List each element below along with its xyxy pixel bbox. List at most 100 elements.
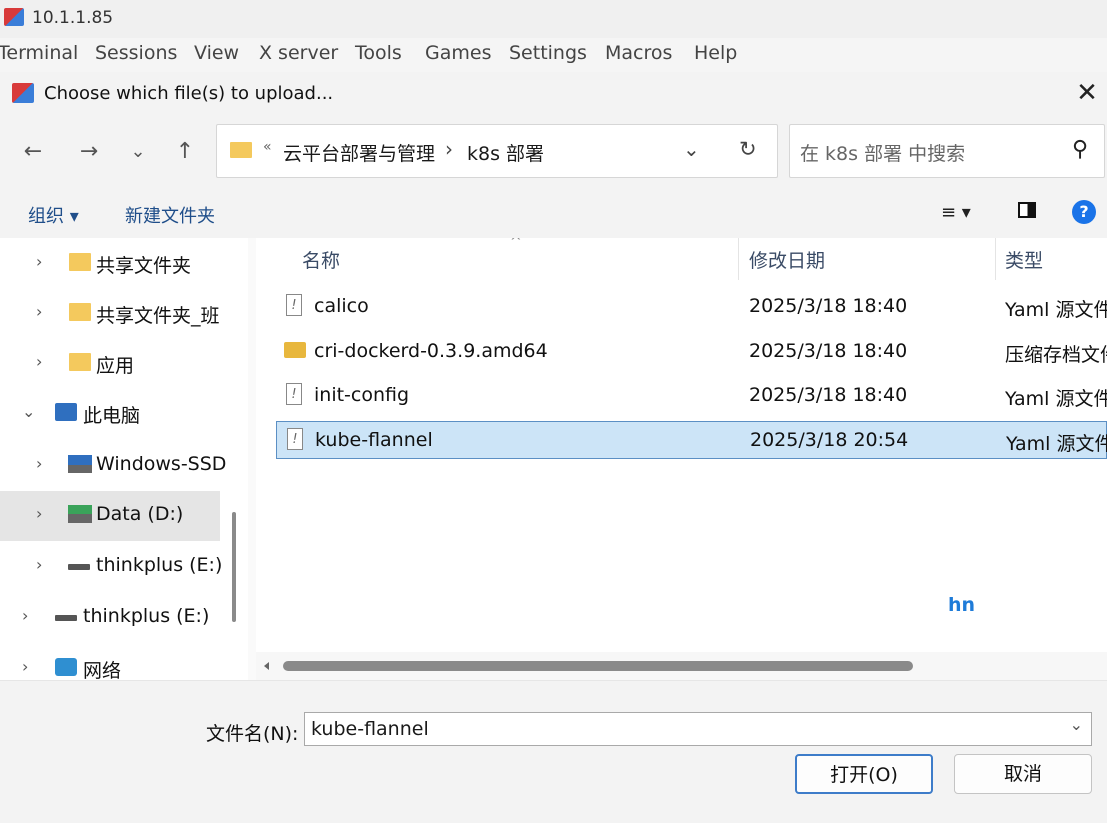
cancel-button[interactable]: 取消 xyxy=(954,754,1092,794)
recent-locations-chevron-icon[interactable]: ⌄ xyxy=(121,134,155,170)
column-divider[interactable] xyxy=(995,238,996,280)
menu-x-server[interactable]: X server xyxy=(259,42,338,64)
breadcrumb-part-1[interactable]: 云平台部署与管理 xyxy=(283,139,435,166)
sort-indicator-icon: ^ xyxy=(510,238,522,250)
expand-chevron-icon[interactable]: › xyxy=(22,657,28,676)
folder-icon xyxy=(230,142,252,158)
file-type: Yaml 源文件 xyxy=(1005,299,1107,321)
expand-chevron-icon[interactable]: › xyxy=(36,252,42,271)
refresh-icon[interactable]: ↻ xyxy=(739,137,757,161)
command-bar: 组织 ▾ 新建文件夹 ≡ ▾ ? xyxy=(0,188,1107,238)
menu-games[interactable]: Games xyxy=(425,42,491,64)
usb-drive-icon xyxy=(68,564,90,570)
sidebar-item-label: Data (D:) xyxy=(96,503,184,525)
breadcrumb-part-2[interactable]: k8s 部署 xyxy=(467,139,544,166)
close-icon[interactable]: ✕ xyxy=(1067,78,1107,110)
sidebar-item-label: 网络 xyxy=(83,660,122,680)
file-date: 2025/3/18 18:40 xyxy=(749,340,908,362)
sidebar-item-thinkplus-e[interactable]: › thinkplus (E:) xyxy=(0,542,222,592)
search-icon[interactable]: ⚲ xyxy=(1072,137,1088,162)
dialog-footer xyxy=(0,680,1107,823)
search-box[interactable]: 在 k8s 部署 中搜索 ⚲ xyxy=(789,124,1105,178)
file-row-init-config[interactable]: ! init-config 2025/3/18 18:40 Yaml 源文件 xyxy=(276,377,1107,415)
window-title: 10.1.1.85 xyxy=(32,8,114,28)
filename-dropdown-icon[interactable]: ⌄ xyxy=(1070,715,1083,734)
filename-value: kube-flannel xyxy=(311,718,429,740)
sidebar-item-label: 共享文件夹 xyxy=(96,255,192,277)
expand-chevron-icon[interactable]: › xyxy=(36,504,42,523)
pane-divider[interactable] xyxy=(248,238,256,680)
horizontal-scrollbar-thumb[interactable] xyxy=(283,661,913,671)
column-divider[interactable] xyxy=(738,238,739,280)
address-dropdown-icon[interactable]: ⌄ xyxy=(683,137,700,161)
back-arrow-icon[interactable]: ← xyxy=(16,134,50,170)
forward-arrow-icon[interactable]: → xyxy=(72,134,106,170)
collapse-chevron-icon[interactable]: ⌄ xyxy=(22,402,35,421)
apps-folder-icon xyxy=(69,353,91,371)
file-row-calico[interactable]: ! calico 2025/3/18 18:40 Yaml 源文件 xyxy=(276,288,1107,326)
sidebar-item-apps[interactable]: › 应用 xyxy=(0,339,220,389)
sidebar-item-this-pc[interactable]: ⌄ 此电脑 xyxy=(0,389,220,439)
sidebar-item-windows-ssd[interactable]: › Windows-SSD xyxy=(0,441,226,491)
new-folder-button[interactable]: 新建文件夹 xyxy=(125,202,215,228)
expand-chevron-icon[interactable]: › xyxy=(36,302,42,321)
breadcrumb-overflow-icon[interactable]: « xyxy=(263,139,272,155)
sidebar-item-thinkplus-e-root[interactable]: › thinkplus (E:) xyxy=(0,593,220,643)
file-row-cri-dockerd[interactable]: cri-dockerd-0.3.9.amd64 2025/3/18 18:40 … xyxy=(276,333,1107,371)
dialog-title: Choose which file(s) to upload... xyxy=(44,83,334,104)
file-type: 压缩存档文件 xyxy=(1005,344,1107,366)
organize-button[interactable]: 组织 ▾ xyxy=(28,202,79,228)
file-name: init-config xyxy=(314,384,410,406)
expand-chevron-icon[interactable]: › xyxy=(36,555,42,574)
expand-chevron-icon[interactable]: › xyxy=(22,606,28,625)
column-header-name[interactable]: 名称 xyxy=(302,246,340,273)
filename-input[interactable]: kube-flannel ⌄ xyxy=(304,712,1092,746)
view-menu-icon[interactable]: ≡ ▾ xyxy=(941,202,971,223)
sidebar-item-label: 此电脑 xyxy=(83,405,141,427)
navigation-pane: › 共享文件夹 › 共享文件夹_班 › 应用 ⌄ 此电脑 › Windows-S… xyxy=(0,238,248,680)
dialog-app-icon xyxy=(12,83,34,103)
zip-archive-icon xyxy=(284,342,306,358)
expand-chevron-icon[interactable]: › xyxy=(36,352,42,371)
menu-tools[interactable]: Tools xyxy=(355,42,402,64)
file-date: 2025/3/18 18:40 xyxy=(749,295,908,317)
help-icon[interactable]: ? xyxy=(1072,200,1096,224)
menu-terminal[interactable]: Terminal xyxy=(0,42,78,64)
column-header-date[interactable]: 修改日期 xyxy=(749,246,825,273)
open-button[interactable]: 打开(O) xyxy=(795,754,933,794)
shared-folder-icon xyxy=(69,303,91,321)
menu-view[interactable]: View xyxy=(194,42,239,64)
sidebar-item-network[interactable]: › 网络 xyxy=(0,644,220,680)
up-arrow-icon[interactable]: ↑ xyxy=(168,134,202,170)
file-row-kube-flannel[interactable]: ! kube-flannel 2025/3/18 20:54 Yaml 源文件 xyxy=(276,421,1107,459)
file-type: Yaml 源文件 xyxy=(1006,433,1107,455)
help-icon-label: ? xyxy=(1079,202,1089,221)
yaml-file-icon: ! xyxy=(287,428,303,450)
menu-sessions[interactable]: Sessions xyxy=(95,42,177,64)
drive-icon xyxy=(68,455,92,473)
yaml-file-icon: ! xyxy=(286,383,302,405)
yaml-file-icon: ! xyxy=(286,294,302,316)
window-title-bar: 10.1.1.85 xyxy=(0,0,1107,38)
menu-settings[interactable]: Settings xyxy=(509,42,587,64)
file-type: Yaml 源文件 xyxy=(1005,388,1107,410)
shared-folder-icon xyxy=(69,253,91,271)
sidebar-item-shared-folder-class[interactable]: › 共享文件夹_班 xyxy=(0,289,220,339)
file-date: 2025/3/18 18:40 xyxy=(749,384,908,406)
preview-pane-icon[interactable] xyxy=(1018,202,1036,218)
sidebar-scrollbar[interactable] xyxy=(232,512,236,622)
address-bar[interactable]: « 云平台部署与管理 › k8s 部署 ⌄ ↻ xyxy=(216,124,778,178)
scroll-left-arrow-icon[interactable] xyxy=(264,662,269,670)
watermark-text: hn xyxy=(948,594,976,616)
dialog-title-bar: Choose which file(s) to upload... ✕ xyxy=(0,72,1107,116)
sidebar-item-data-d[interactable]: › Data (D:) xyxy=(0,491,220,541)
file-name: cri-dockerd-0.3.9.amd64 xyxy=(314,340,548,362)
sidebar-item-shared-folder[interactable]: › 共享文件夹 xyxy=(0,239,220,289)
expand-chevron-icon[interactable]: › xyxy=(36,454,42,473)
file-name: calico xyxy=(314,295,369,317)
menu-help[interactable]: Help xyxy=(694,42,737,64)
breadcrumb-separator-icon: › xyxy=(445,137,453,161)
file-list: ^ 名称 修改日期 类型 ! calico 2025/3/18 18:40 Ya… xyxy=(256,238,1107,680)
menu-macros[interactable]: Macros xyxy=(605,42,672,64)
column-header-type[interactable]: 类型 xyxy=(1005,246,1043,273)
